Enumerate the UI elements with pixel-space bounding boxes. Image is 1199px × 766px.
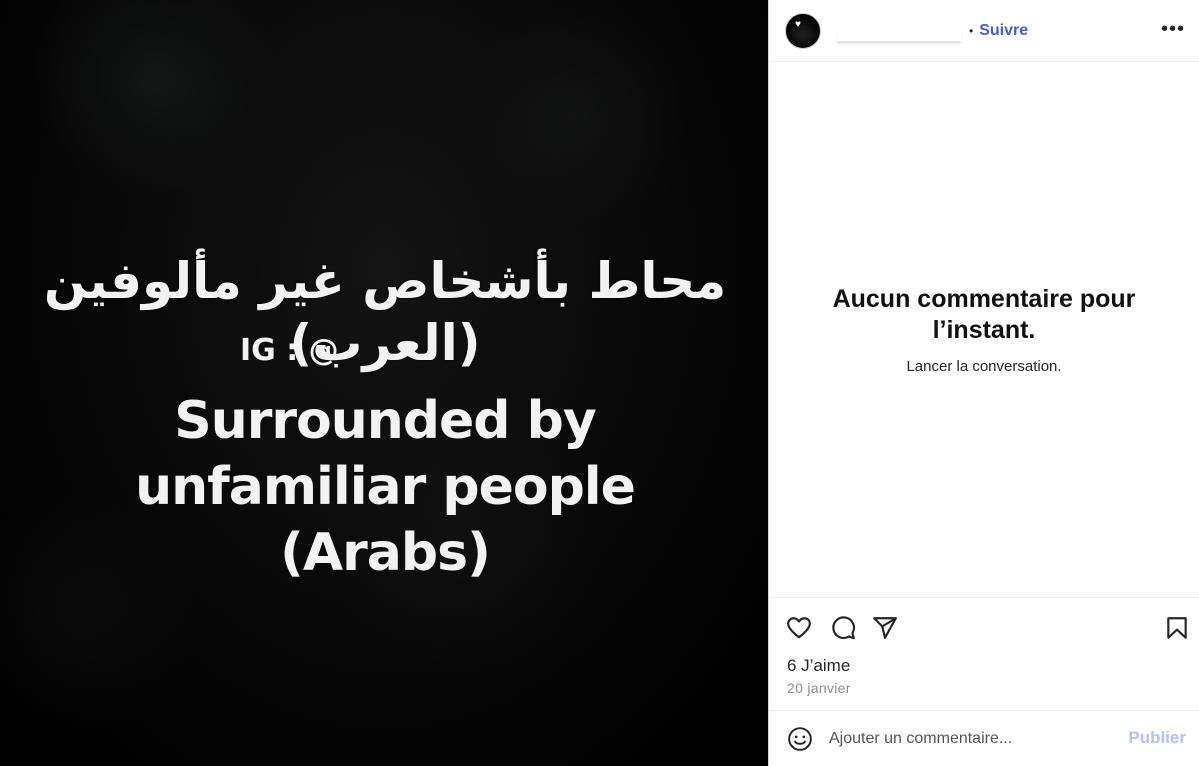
comment-bar: Publier	[769, 710, 1199, 766]
caption-english: Surrounded by unfamiliar people (Arabs)	[30, 388, 740, 586]
action-bar	[769, 597, 1199, 655]
avatar-heart-icon: ♥	[795, 18, 801, 30]
share-icon[interactable]	[872, 615, 898, 641]
post-date[interactable]: 20 janvier	[787, 680, 851, 696]
comments-area: Aucun commentaire pour l’instant. Lancer…	[769, 62, 1199, 597]
no-comments-title: Aucun commentaire pour l’instant.	[832, 285, 1136, 344]
caption-english-line1: Surrounded by unfamiliar people	[135, 391, 636, 517]
comment-input[interactable]	[829, 727, 1119, 751]
emoji-icon[interactable]	[787, 726, 813, 752]
likes-count[interactable]: 6 J’aime	[787, 656, 850, 676]
avatar[interactable]: ♥	[785, 12, 821, 49]
caption-ig-handle: IG : @	[240, 333, 339, 368]
start-conversation-text: Lancer la conversation.	[906, 358, 1062, 375]
post-media[interactable]: محاط بأشخاص غير مألوفين (العرب) IG : @ S…	[0, 0, 768, 766]
username-redacted[interactable]	[837, 28, 961, 43]
comment-icon[interactable]	[830, 615, 856, 641]
media-background	[0, 0, 768, 766]
publish-button[interactable]: Publier	[1128, 728, 1186, 748]
heart-icon[interactable]	[786, 615, 812, 641]
separator-dot: •	[969, 23, 974, 38]
caption-english-line2: (Arabs)	[280, 523, 491, 583]
bookmark-icon[interactable]	[1164, 615, 1190, 641]
more-options-icon[interactable]: •••	[1161, 18, 1185, 41]
follow-button[interactable]: Suivre	[979, 22, 1028, 40]
post-side-panel: ♥ • Suivre ••• Aucun commentaire pour l’…	[768, 0, 1199, 766]
caption-arabic: محاط بأشخاص غير مألوفين (العرب)	[43, 252, 727, 372]
post-header: ♥ • Suivre •••	[769, 0, 1199, 62]
